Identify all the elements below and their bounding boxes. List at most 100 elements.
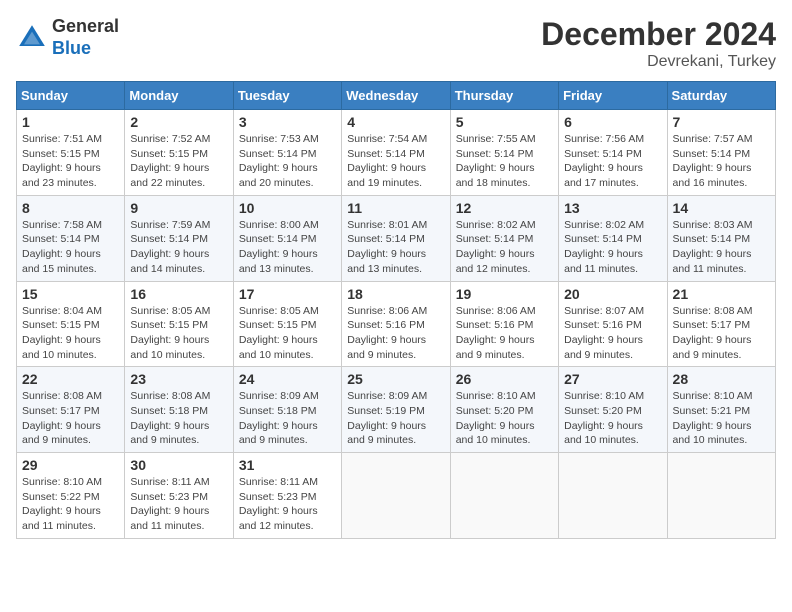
day-info: Sunrise: 8:01 AM Sunset: 5:14 PM Dayligh… (347, 218, 444, 277)
calendar-week-row: 15 Sunrise: 8:04 AM Sunset: 5:15 PM Dayli… (17, 281, 776, 367)
day-info: Sunrise: 8:06 AM Sunset: 5:16 PM Dayligh… (347, 304, 444, 363)
day-info: Sunrise: 8:09 AM Sunset: 5:19 PM Dayligh… (347, 389, 444, 448)
calendar-day-cell: 9 Sunrise: 7:59 AM Sunset: 5:14 PM Daylig… (125, 195, 233, 281)
day-number: 15 (22, 286, 119, 302)
day-info: Sunrise: 7:58 AM Sunset: 5:14 PM Dayligh… (22, 218, 119, 277)
day-number: 12 (456, 200, 553, 216)
day-info: Sunrise: 7:52 AM Sunset: 5:15 PM Dayligh… (130, 132, 227, 191)
day-number: 8 (22, 200, 119, 216)
day-number: 2 (130, 114, 227, 130)
day-number: 21 (673, 286, 770, 302)
day-info: Sunrise: 8:10 AM Sunset: 5:20 PM Dayligh… (564, 389, 661, 448)
title-block: December 2024 Devrekani, Turkey (541, 16, 776, 71)
day-info: Sunrise: 7:51 AM Sunset: 5:15 PM Dayligh… (22, 132, 119, 191)
calendar-day-cell: 30 Sunrise: 8:11 AM Sunset: 5:23 PM Dayli… (125, 453, 233, 539)
calendar-day-cell: 7Sunrise: 7:57 AM Sunset: 5:14 PM Daylig… (667, 110, 775, 196)
weekday-header: Wednesday (342, 82, 450, 110)
calendar-day-cell: 14Sunrise: 8:03 AM Sunset: 5:14 PM Dayli… (667, 195, 775, 281)
empty-cell (450, 453, 558, 539)
day-info: Sunrise: 7:56 AM Sunset: 5:14 PM Dayligh… (564, 132, 661, 191)
day-number: 28 (673, 371, 770, 387)
calendar-week-row: 8 Sunrise: 7:58 AM Sunset: 5:14 PM Daylig… (17, 195, 776, 281)
calendar-table: SundayMondayTuesdayWednesdayThursdayFrid… (16, 81, 776, 539)
month-title: December 2024 (541, 16, 776, 53)
day-info: Sunrise: 7:53 AM Sunset: 5:14 PM Dayligh… (239, 132, 336, 191)
day-info: Sunrise: 7:57 AM Sunset: 5:14 PM Dayligh… (673, 132, 770, 191)
day-number: 11 (347, 200, 444, 216)
logo-general: General (52, 16, 119, 38)
day-info: Sunrise: 7:55 AM Sunset: 5:14 PM Dayligh… (456, 132, 553, 191)
day-info: Sunrise: 8:09 AM Sunset: 5:18 PM Dayligh… (239, 389, 336, 448)
day-info: Sunrise: 8:08 AM Sunset: 5:18 PM Dayligh… (130, 389, 227, 448)
day-info: Sunrise: 7:54 AM Sunset: 5:14 PM Dayligh… (347, 132, 444, 191)
calendar-week-row: 1 Sunrise: 7:51 AM Sunset: 5:15 PM Daylig… (17, 110, 776, 196)
day-info: Sunrise: 8:02 AM Sunset: 5:14 PM Dayligh… (456, 218, 553, 277)
day-info: Sunrise: 8:07 AM Sunset: 5:16 PM Dayligh… (564, 304, 661, 363)
calendar-day-cell: 31 Sunrise: 8:11 AM Sunset: 5:23 PM Dayli… (233, 453, 341, 539)
day-number: 4 (347, 114, 444, 130)
day-info: Sunrise: 8:06 AM Sunset: 5:16 PM Dayligh… (456, 304, 553, 363)
day-number: 29 (22, 457, 119, 473)
calendar-day-cell: 22 Sunrise: 8:08 AM Sunset: 5:17 PM Dayli… (17, 367, 125, 453)
day-number: 18 (347, 286, 444, 302)
logo: General Blue (16, 16, 119, 59)
calendar-day-cell: 3 Sunrise: 7:53 AM Sunset: 5:14 PM Daylig… (233, 110, 341, 196)
day-number: 10 (239, 200, 336, 216)
day-number: 25 (347, 371, 444, 387)
weekday-header: Sunday (17, 82, 125, 110)
day-info: Sunrise: 8:11 AM Sunset: 5:23 PM Dayligh… (239, 475, 336, 534)
day-info: Sunrise: 8:02 AM Sunset: 5:14 PM Dayligh… (564, 218, 661, 277)
logo-text: General Blue (52, 16, 119, 59)
day-number: 31 (239, 457, 336, 473)
empty-cell (667, 453, 775, 539)
calendar-day-cell: 26Sunrise: 8:10 AM Sunset: 5:20 PM Dayli… (450, 367, 558, 453)
day-info: Sunrise: 8:05 AM Sunset: 5:15 PM Dayligh… (239, 304, 336, 363)
day-number: 3 (239, 114, 336, 130)
day-info: Sunrise: 8:11 AM Sunset: 5:23 PM Dayligh… (130, 475, 227, 534)
calendar-day-cell: 25 Sunrise: 8:09 AM Sunset: 5:19 PM Dayli… (342, 367, 450, 453)
calendar-day-cell: 20Sunrise: 8:07 AM Sunset: 5:16 PM Dayli… (559, 281, 667, 367)
weekday-header: Thursday (450, 82, 558, 110)
calendar-day-cell: 19 Sunrise: 8:06 AM Sunset: 5:16 PM Dayli… (450, 281, 558, 367)
day-number: 19 (456, 286, 553, 302)
calendar-day-cell: 8 Sunrise: 7:58 AM Sunset: 5:14 PM Daylig… (17, 195, 125, 281)
day-info: Sunrise: 8:10 AM Sunset: 5:21 PM Dayligh… (673, 389, 770, 448)
weekday-header: Monday (125, 82, 233, 110)
empty-cell (342, 453, 450, 539)
calendar-day-cell: 10 Sunrise: 8:00 AM Sunset: 5:14 PM Dayli… (233, 195, 341, 281)
calendar-day-cell: 4 Sunrise: 7:54 AM Sunset: 5:14 PM Daylig… (342, 110, 450, 196)
calendar-day-cell: 15 Sunrise: 8:04 AM Sunset: 5:15 PM Dayli… (17, 281, 125, 367)
calendar-day-cell: 28 Sunrise: 8:10 AM Sunset: 5:21 PM Dayli… (667, 367, 775, 453)
calendar-day-cell: 23Sunrise: 8:08 AM Sunset: 5:18 PM Dayli… (125, 367, 233, 453)
day-number: 14 (673, 200, 770, 216)
calendar-day-cell: 2 Sunrise: 7:52 AM Sunset: 5:15 PM Daylig… (125, 110, 233, 196)
day-number: 17 (239, 286, 336, 302)
day-number: 9 (130, 200, 227, 216)
calendar-day-cell: 29 Sunrise: 8:10 AM Sunset: 5:22 PM Dayli… (17, 453, 125, 539)
day-info: Sunrise: 8:10 AM Sunset: 5:22 PM Dayligh… (22, 475, 119, 534)
calendar-day-cell: 24 Sunrise: 8:09 AM Sunset: 5:18 PM Dayli… (233, 367, 341, 453)
weekday-header: Saturday (667, 82, 775, 110)
day-number: 6 (564, 114, 661, 130)
day-info: Sunrise: 8:00 AM Sunset: 5:14 PM Dayligh… (239, 218, 336, 277)
day-info: Sunrise: 8:04 AM Sunset: 5:15 PM Dayligh… (22, 304, 119, 363)
calendar-day-cell: 18 Sunrise: 8:06 AM Sunset: 5:16 PM Dayli… (342, 281, 450, 367)
day-info: Sunrise: 8:08 AM Sunset: 5:17 PM Dayligh… (22, 389, 119, 448)
day-number: 27 (564, 371, 661, 387)
day-number: 24 (239, 371, 336, 387)
page-header: General Blue December 2024 Devrekani, Tu… (16, 16, 776, 71)
calendar-day-cell: 17 Sunrise: 8:05 AM Sunset: 5:15 PM Dayli… (233, 281, 341, 367)
empty-cell (559, 453, 667, 539)
day-number: 1 (22, 114, 119, 130)
weekday-header: Tuesday (233, 82, 341, 110)
calendar-day-cell: 12 Sunrise: 8:02 AM Sunset: 5:14 PM Dayli… (450, 195, 558, 281)
day-info: Sunrise: 7:59 AM Sunset: 5:14 PM Dayligh… (130, 218, 227, 277)
day-number: 13 (564, 200, 661, 216)
calendar-week-row: 29 Sunrise: 8:10 AM Sunset: 5:22 PM Dayli… (17, 453, 776, 539)
day-number: 30 (130, 457, 227, 473)
day-number: 5 (456, 114, 553, 130)
day-number: 22 (22, 371, 119, 387)
calendar-week-row: 22 Sunrise: 8:08 AM Sunset: 5:17 PM Dayli… (17, 367, 776, 453)
logo-blue: Blue (52, 38, 119, 60)
location-title: Devrekani, Turkey (541, 53, 776, 71)
